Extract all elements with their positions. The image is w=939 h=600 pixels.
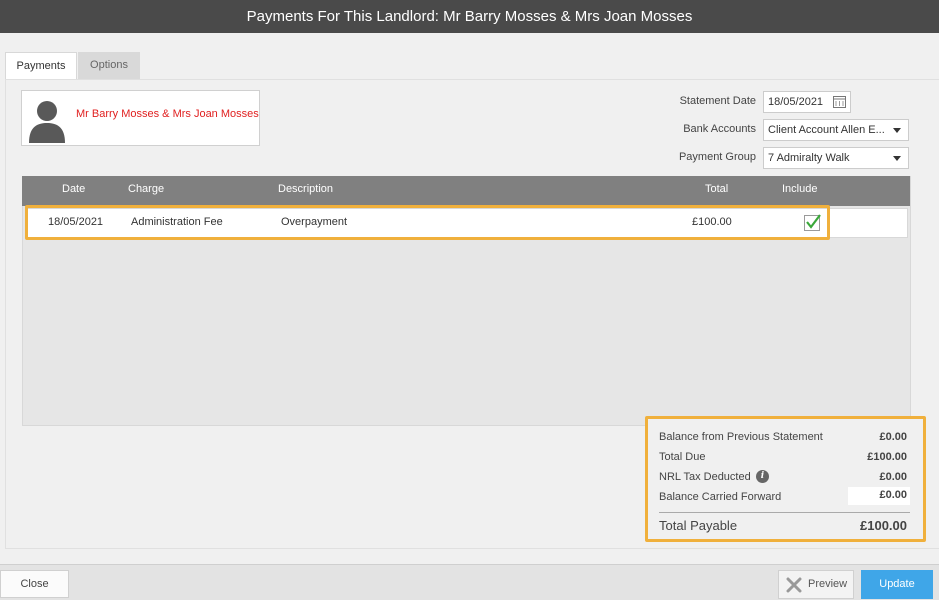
bank-accounts-value: Client Account Allen E... (768, 124, 885, 136)
window-title: Payments For This Landlord: Mr Barry Mos… (0, 0, 939, 33)
payment-group-label: Payment Group (678, 151, 756, 163)
total-due-value: £100.00 (867, 451, 907, 463)
column-header-date[interactable]: Date (62, 183, 85, 195)
row-total: £100.00 (692, 216, 732, 228)
summary-panel: Balance from Previous Statement £0.00 To… (645, 416, 926, 542)
tab-payments[interactable]: Payments (5, 52, 77, 79)
update-button[interactable]: Update (861, 570, 933, 599)
statement-date-label: Statement Date (679, 95, 756, 107)
column-header-description[interactable]: Description (278, 183, 333, 195)
column-header-include[interactable]: Include (782, 183, 817, 195)
landlord-name[interactable]: Mr Barry Mosses & Mrs Joan Mosses (76, 108, 259, 120)
balance-cf-label: Balance Carried Forward (659, 491, 782, 503)
balance-prev-label: Balance from Previous Statement (659, 431, 823, 443)
preview-button[interactable]: Preview (778, 570, 854, 599)
table-row[interactable]: 18/05/2021 Administration Fee Overpaymen… (25, 208, 908, 238)
chevron-down-icon (893, 156, 901, 161)
balance-cf-input[interactable]: £0.00 (848, 487, 910, 505)
grid-header: Date Charge Description Total Include (22, 176, 910, 206)
bank-accounts-select[interactable]: Client Account Allen E... (763, 119, 909, 141)
row-charge: Administration Fee (131, 216, 223, 228)
payment-group-value: 7 Admiralty Walk (768, 152, 850, 164)
landlord-card: Mr Barry Mosses & Mrs Joan Mosses (21, 90, 260, 146)
statement-date-value: 18/05/2021 (768, 96, 824, 108)
bank-accounts-label: Bank Accounts (683, 123, 756, 135)
info-icon[interactable]: i (756, 470, 769, 483)
statement-date-field[interactable]: 18/05/2021 (763, 91, 851, 113)
nrl-tax-value: £0.00 (879, 471, 907, 483)
payment-group-select[interactable]: 7 Admiralty Walk (763, 147, 909, 169)
close-button[interactable]: Close (0, 570, 69, 598)
tab-options[interactable]: Options (78, 52, 140, 79)
total-payable-value: £100.00 (860, 518, 907, 533)
row-date: 18/05/2021 (48, 216, 104, 228)
checkmark-icon (806, 214, 821, 229)
nrl-tax-label: NRL Tax Deducted (659, 471, 751, 483)
chevron-down-icon (893, 128, 901, 133)
row-description: Overpayment (281, 216, 348, 228)
total-payable-label: Total Payable (659, 518, 738, 533)
include-checkbox[interactable] (804, 214, 821, 231)
balance-prev-value: £0.00 (879, 431, 907, 443)
preview-label: Preview (808, 578, 848, 590)
x-icon (786, 577, 802, 593)
balance-cf-value: £0.00 (879, 489, 907, 501)
calendar-icon[interactable] (833, 96, 846, 108)
summary-divider (659, 512, 910, 513)
avatar-icon (29, 101, 65, 143)
column-header-total[interactable]: Total (705, 183, 728, 195)
column-header-charge[interactable]: Charge (128, 183, 164, 195)
total-due-label: Total Due (659, 451, 706, 463)
